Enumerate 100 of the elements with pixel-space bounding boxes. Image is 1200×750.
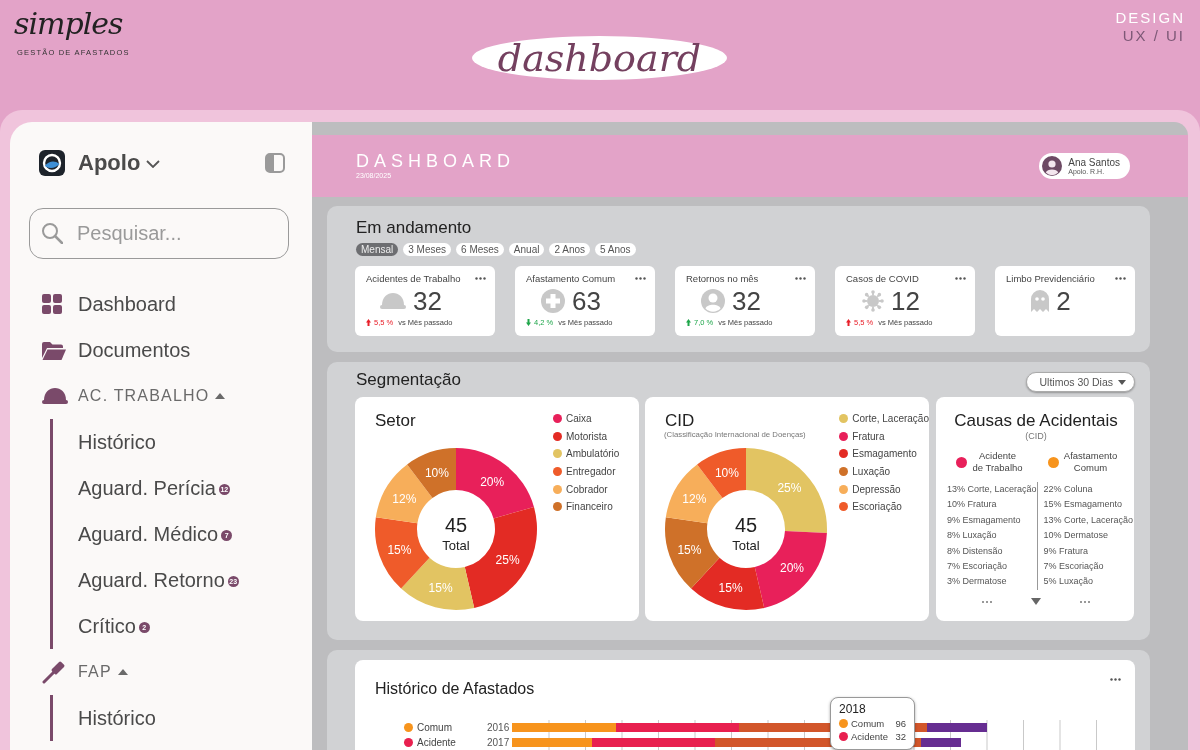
nav-item[interactable]: Aguard. Retorno <box>78 568 225 592</box>
avatar-icon <box>1042 156 1063 176</box>
legend-label: Acidente <box>417 737 456 748</box>
legend-label: Ambulatório <box>566 448 620 460</box>
logo-icon <box>39 150 65 176</box>
stat-value: 63 <box>572 286 601 316</box>
period-tab[interactable]: 5 Anos <box>595 243 636 256</box>
legend-label: Luxação <box>852 466 891 478</box>
year-label: 2017 <box>487 736 511 750</box>
chart-subtitle: (CID) <box>1024 431 1048 441</box>
cause-item: 15% Esmagamento <box>1043 498 1124 512</box>
ellipsis-icon <box>982 600 992 603</box>
donut-total: 45 <box>734 514 758 536</box>
tooltip-label: Comum <box>851 718 885 729</box>
cause-item: 8% Distensão <box>947 544 1004 558</box>
range-dropdown[interactable]: Ultimos 30 Dias <box>1026 372 1135 392</box>
more-icon[interactable] <box>635 276 646 280</box>
legend-label: Depressão <box>852 483 901 495</box>
section-title: Em andamento <box>355 218 473 238</box>
more-icon[interactable] <box>475 276 486 280</box>
nav-item[interactable]: Dashboard <box>78 292 176 316</box>
hard-hat-icon <box>42 387 68 405</box>
slice-label: 20% <box>780 561 805 575</box>
legend-label: Financeiro <box>566 501 613 513</box>
section-title: Segmentação <box>355 370 461 390</box>
user-icon <box>701 289 726 313</box>
stat-title: Casos de COVID <box>846 272 919 284</box>
cause-item: 10% Dermatose <box>1043 529 1110 543</box>
period-tab[interactable]: 2 Anos <box>549 243 590 256</box>
header-caption: DESIGN <box>1115 9 1185 27</box>
logo-wordmark: simples <box>14 6 123 42</box>
slice-label: 15% <box>387 542 412 557</box>
more-icon[interactable] <box>795 276 806 280</box>
caret-up-icon[interactable] <box>117 669 128 675</box>
period-tab[interactable]: 3 Meses <box>403 243 452 256</box>
stat-title: Afastamento Comum <box>526 272 616 284</box>
legend-label: Entregador <box>566 466 616 478</box>
search-icon <box>41 222 63 244</box>
nav-item[interactable]: Aguard. Médico <box>78 522 219 546</box>
section-toggle[interactable]: AC. TRABALHO <box>78 387 210 405</box>
stat-value: 32 <box>413 286 442 316</box>
slice-label: 15% <box>718 580 743 595</box>
caret-down-icon <box>1118 379 1126 385</box>
grid-icon <box>42 294 62 314</box>
folder-icon <box>42 340 66 360</box>
nav-item[interactable]: Crítico <box>78 614 136 638</box>
cause-item: 7% Escoriação <box>1043 560 1105 574</box>
cause-item: 8% Luxação <box>947 529 998 543</box>
year-label: 2016 <box>487 721 511 735</box>
column-label: Acidente de Trabalho <box>972 450 1023 474</box>
banner-title: dashboard <box>471 36 728 80</box>
slice-label: 25% <box>495 553 520 568</box>
slice-label: 25% <box>777 481 802 496</box>
legend-label: Comum <box>417 722 452 733</box>
cause-item: 5% Luxação <box>1043 575 1095 589</box>
slice-label: 10% <box>714 465 739 480</box>
nav-item[interactable]: Histórico <box>78 706 156 730</box>
period-tab[interactable]: 6 Meses <box>456 243 504 256</box>
more-icon[interactable] <box>1115 276 1126 280</box>
sidebar-toggle-icon[interactable] <box>265 153 285 173</box>
column-label: Afastamento Comum <box>1063 450 1118 474</box>
caret-up-icon[interactable] <box>215 393 226 399</box>
stat-value: 2 <box>1056 286 1071 316</box>
period-tab[interactable]: Mensal <box>356 243 399 256</box>
cause-item: 9% Fratura <box>1043 544 1090 558</box>
legend-label: Esmagamento <box>852 448 917 460</box>
caret-down-icon[interactable] <box>1031 598 1041 606</box>
stat-title: Limbo Previdenciário <box>1006 272 1095 284</box>
chart-title: Histórico de Afastados <box>375 679 535 699</box>
slice-label: 20% <box>480 474 505 489</box>
user-name: Ana Santos <box>1068 156 1120 168</box>
tooltip-label: Acidente <box>851 731 888 742</box>
chart-title: CID <box>665 412 696 430</box>
more-icon[interactable] <box>955 276 966 280</box>
stat-title: Retornos no mês <box>686 272 759 284</box>
ghost-icon <box>1031 290 1050 312</box>
cause-item: 9% Esmagamento <box>947 513 1022 527</box>
chart-title: Causas de Acidentais <box>953 411 1119 431</box>
workspace-name[interactable]: Apolo <box>78 150 141 176</box>
chevron-down-icon[interactable] <box>146 160 161 168</box>
cause-item: 10% Fratura <box>947 498 998 512</box>
cause-item: 3% Dermatose <box>947 575 1008 589</box>
section-toggle[interactable]: FAP <box>78 663 112 681</box>
legend-label: Cobrador <box>566 483 608 495</box>
period-tab[interactable]: Anual <box>508 243 545 256</box>
legend-label: Motorista <box>566 430 608 442</box>
stat-value: 12 <box>891 286 920 316</box>
more-icon[interactable] <box>1110 678 1121 681</box>
hard-hat-icon <box>380 292 407 310</box>
donut-total: 45 <box>444 514 468 536</box>
nav-item[interactable]: Aguard. Perícia <box>78 476 216 500</box>
slice-label: 10% <box>424 465 449 480</box>
virus-icon <box>862 290 885 312</box>
nav-item[interactable]: Documentos <box>78 338 191 362</box>
page-title: DASHBOARD <box>356 151 516 171</box>
slice-label: 12% <box>392 491 417 506</box>
legend-label: Fratura <box>852 430 885 442</box>
nav-item[interactable]: Histórico <box>78 430 156 454</box>
legend-label: Corte, Laceração <box>852 413 929 425</box>
search-field[interactable]: Pesquisar... <box>29 208 289 259</box>
